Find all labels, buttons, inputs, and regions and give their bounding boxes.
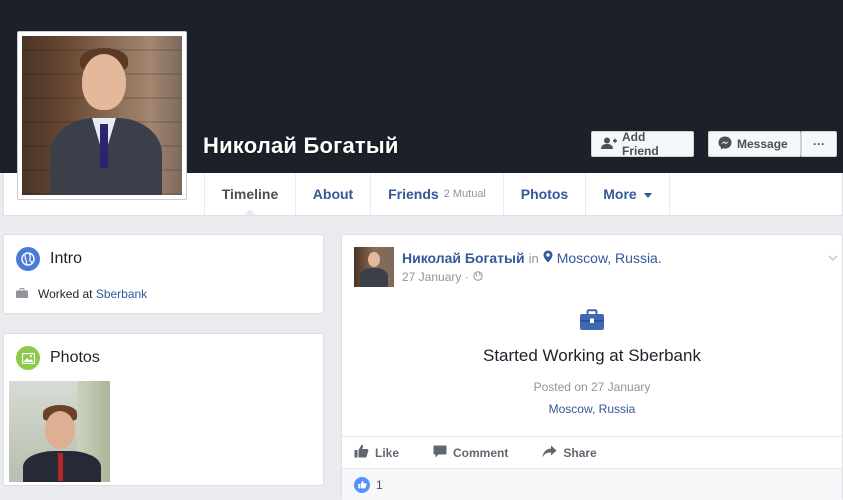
globe-icon	[16, 247, 40, 271]
comment-label: Comment	[453, 445, 509, 460]
tab-more-label: More	[603, 186, 637, 202]
public-globe-icon	[473, 270, 483, 284]
photo-thumbnail[interactable]	[9, 381, 110, 482]
tab-more[interactable]: More	[586, 173, 670, 215]
post-date-link[interactable]: 27 January ·	[402, 270, 469, 284]
tab-photos[interactable]: Photos	[504, 173, 586, 215]
post-author-link[interactable]: Николай Богатый	[402, 250, 525, 266]
photos-card: Photos	[3, 333, 324, 486]
life-event-date: Posted on 27 January	[533, 380, 651, 394]
like-reaction-icon	[354, 476, 370, 493]
life-event: Started Working at Sberbank Posted on 27…	[342, 309, 842, 416]
tab-about-label: About	[312, 186, 354, 202]
intro-card: Intro Worked at Sberbank	[3, 234, 324, 314]
briefcase-icon	[579, 309, 605, 336]
profile-picture[interactable]	[17, 31, 187, 200]
message-button[interactable]: Message	[708, 131, 801, 157]
profile-photo	[22, 36, 182, 195]
like-count: 1	[376, 477, 383, 492]
post-options-chevron-icon[interactable]	[828, 249, 838, 262]
add-friend-button[interactable]: Add Friend	[591, 130, 694, 158]
photos-title: Photos	[50, 349, 100, 366]
life-event-place-link[interactable]: Moscow, Russia	[342, 402, 842, 416]
like-label: Like	[375, 445, 400, 460]
message-label: Message	[737, 137, 788, 151]
post-actions: Like Comment Share	[342, 436, 842, 468]
post-meta: 27 January ·	[402, 270, 483, 284]
timeline-post: Николай Богатый in Moscow, Russia. 27 Ja…	[341, 234, 843, 500]
chevron-down-icon	[643, 192, 652, 198]
intro-title: Intro	[50, 250, 83, 267]
briefcase-icon-small	[16, 287, 28, 301]
add-friend-icon	[601, 137, 617, 152]
add-friend-label: Add Friend	[622, 130, 659, 158]
tab-timeline-label: Timeline	[221, 186, 279, 202]
share-button[interactable]: Share	[542, 445, 597, 461]
mutual-friends-count: 2 Mutual	[443, 188, 486, 200]
post-avatar[interactable]	[354, 247, 394, 287]
like-icon	[354, 444, 369, 461]
life-event-title: Started Working at Sberbank	[483, 346, 701, 365]
comment-button[interactable]: Comment	[433, 445, 508, 461]
messenger-icon	[718, 136, 732, 153]
work-entry: Worked at Sberbank	[4, 271, 323, 301]
post-header: Николай Богатый in Moscow, Russia.	[402, 250, 662, 266]
post-location-link[interactable]: Moscow, Russia.	[557, 250, 662, 266]
photo-icon	[16, 346, 40, 370]
tab-photos-label: Photos	[520, 186, 569, 202]
tab-friends[interactable]: Friends 2 Mutual	[371, 173, 504, 215]
more-dots-label: ···	[813, 137, 825, 151]
work-prefix: Worked at	[38, 287, 93, 301]
profile-name[interactable]: Николай Богатый	[203, 133, 399, 159]
share-label: Share	[563, 445, 597, 460]
active-tab-pointer	[244, 209, 256, 215]
work-company-link[interactable]: Sberbank	[96, 287, 147, 301]
tab-friends-label: Friends	[388, 186, 439, 202]
comment-icon	[433, 445, 447, 461]
tab-about[interactable]: About	[296, 173, 371, 215]
more-options-button[interactable]: ···	[801, 131, 837, 157]
post-in-word: in	[528, 250, 539, 266]
share-icon	[542, 445, 557, 461]
like-button[interactable]: Like	[354, 444, 399, 461]
reactions-bar[interactable]: 1	[342, 468, 842, 500]
map-pin-icon	[543, 250, 553, 266]
